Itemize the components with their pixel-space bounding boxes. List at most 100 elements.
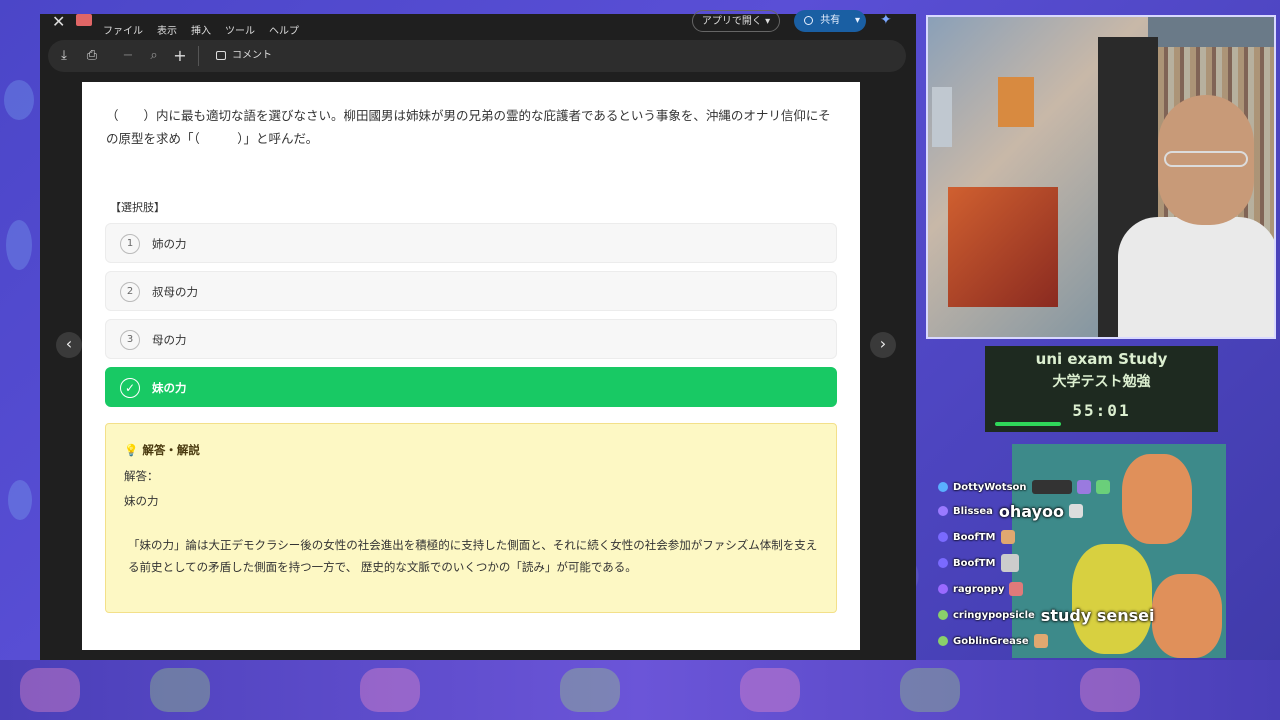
close-icon[interactable]: ✕ xyxy=(52,12,65,31)
study-timer: 55:01 xyxy=(1072,401,1131,420)
character-figure xyxy=(1152,574,1222,658)
chat-text: study sensei xyxy=(1040,605,1155,625)
background-strip xyxy=(0,660,1280,720)
viewer-toolbar: ⤓ ⎙ − ⌕ + コメント xyxy=(48,40,906,72)
explanation-body: 「妹の力」論は大正デモクラシー後の女性の社会進出を積極的に支持した側面と、それに… xyxy=(128,538,818,574)
choice-option-2[interactable]: 2 叔母の力 xyxy=(105,271,837,311)
comment-icon xyxy=(216,50,226,60)
character-figure xyxy=(1122,454,1192,544)
zoom-out-icon[interactable]: − xyxy=(116,40,140,72)
chevron-down-icon: ▾ xyxy=(765,16,771,27)
chat-message: Blissea ohayoo xyxy=(938,500,1084,522)
document-page: （ ）内に最も適切な語を選びなさい。柳田國男は姉妹が男の兄弟の霊的な庇護者である… xyxy=(82,82,860,650)
download-icon[interactable]: ⤓ xyxy=(52,40,76,72)
emote-icon xyxy=(1069,504,1084,518)
explanation-title-text: 解答・解説 xyxy=(142,443,200,457)
choice-number: 3 xyxy=(120,330,140,350)
choices-heading: 【選択肢】 xyxy=(110,201,165,214)
user-badge-icon xyxy=(938,610,948,620)
chat-username: BoofTM xyxy=(953,531,996,543)
explanation-box: 💡 解答・解説 解答： 妹の力 「妹の力」論は大正デモクラシー後の女性の社会進出を… xyxy=(105,423,837,613)
zoom-in-icon[interactable]: + xyxy=(168,40,192,72)
open-with-app-label: アプリで開く xyxy=(701,16,762,27)
menu-view[interactable]: 表示 xyxy=(157,22,177,37)
emote-icon xyxy=(1031,480,1072,494)
chat-message: cringypopsicle study sensei xyxy=(938,604,1154,626)
chat-message: BoofTM xyxy=(938,552,1019,574)
webcam-person-body xyxy=(1118,217,1274,337)
menu-insert[interactable]: 挿入 xyxy=(191,22,211,37)
menu-help[interactable]: ヘルプ xyxy=(269,22,299,37)
user-badge-icon xyxy=(938,636,948,646)
emote-icon xyxy=(1076,480,1091,494)
background-blob xyxy=(8,480,32,520)
menu-file[interactable]: ファイル xyxy=(103,22,143,37)
background-blob xyxy=(6,220,32,270)
user-badge-icon xyxy=(938,584,948,594)
timer-progress-bar xyxy=(995,422,1061,426)
chat-message: GoblinGrease xyxy=(938,630,1048,652)
emote-icon xyxy=(1009,582,1024,596)
webcam-feed xyxy=(926,15,1276,339)
choice-number: 2 xyxy=(120,282,140,302)
chat-username: BoofTM xyxy=(953,557,996,569)
explanation-title: 💡 解答・解説 xyxy=(124,442,200,458)
chat-username: DottyWotson xyxy=(953,481,1027,493)
user-badge-icon xyxy=(938,558,948,568)
menu-tools[interactable]: ツール xyxy=(225,22,255,37)
comment-label: コメント xyxy=(232,50,272,61)
chat-username: ragroppy xyxy=(953,583,1005,595)
gemini-sparkle-icon[interactable]: ✦ xyxy=(880,12,892,28)
chat-username: Blissea xyxy=(953,505,993,517)
chat-username: cringypopsicle xyxy=(953,609,1035,621)
comment-button[interactable]: コメント xyxy=(216,40,272,72)
webcam-poster xyxy=(948,187,1058,307)
chat-message: DottyWotson xyxy=(938,476,1110,498)
choice-option-4-correct[interactable]: ✓ 妹の力 xyxy=(105,367,837,407)
choice-label: 妹の力 xyxy=(152,381,187,395)
question-text: （ ）内に最も適切な語を選びなさい。柳田國男は姉妹が男の兄弟の霊的な庇護者である… xyxy=(106,108,831,146)
emote-icon xyxy=(1033,634,1048,648)
viewer-titlebar: ✕ ファイル 表示 挿入 ツール ヘルプ アプリで開く ▾ 共有 ▾ ✦ xyxy=(40,10,916,40)
emote-icon xyxy=(1000,530,1015,544)
choice-number: 1 xyxy=(120,234,140,254)
character-figure xyxy=(1072,544,1152,654)
chat-message: ragroppy xyxy=(938,578,1024,600)
previous-arrow-button[interactable]: ‹ xyxy=(56,332,82,358)
toolbar-divider xyxy=(198,46,199,66)
answer-label: 解答： xyxy=(124,469,159,483)
user-badge-icon xyxy=(938,532,948,542)
background-blob xyxy=(4,80,34,120)
webcam-poster xyxy=(932,87,952,147)
image-file-icon xyxy=(76,14,92,26)
choice-label: 母の力 xyxy=(152,333,187,347)
choice-label: 姉の力 xyxy=(152,237,187,251)
answer-value: 妹の力 xyxy=(124,494,159,508)
choice-label: 叔母の力 xyxy=(152,285,198,299)
chevron-down-icon[interactable]: ▾ xyxy=(855,10,860,32)
checkmark-icon: ✓ xyxy=(120,378,140,398)
print-icon[interactable]: ⎙ xyxy=(80,40,104,72)
study-title-en: uni exam Study xyxy=(1035,350,1168,368)
choice-option-1[interactable]: 1 姉の力 xyxy=(105,223,837,263)
image-viewer-window: ✕ ファイル 表示 挿入 ツール ヘルプ アプリで開く ▾ 共有 ▾ ✦ ⤓ ⎙… xyxy=(40,10,916,660)
open-with-app-button[interactable]: アプリで開く ▾ xyxy=(692,10,780,32)
next-arrow-button[interactable]: › xyxy=(870,332,896,358)
choice-option-3[interactable]: 3 母の力 xyxy=(105,319,837,359)
chat-message: BoofTM xyxy=(938,526,1015,548)
share-button[interactable]: 共有 ▾ xyxy=(794,10,866,32)
chat-text: ohayoo xyxy=(998,501,1065,521)
user-badge-icon xyxy=(938,506,948,516)
emote-icon xyxy=(1095,480,1110,494)
webcam-person-glasses xyxy=(1164,151,1248,167)
chat-username: GoblinGrease xyxy=(953,635,1029,647)
study-timer-panel: uni exam Study 大学テスト勉強 55:01 xyxy=(985,346,1218,432)
menu-bar: ファイル 表示 挿入 ツール ヘルプ xyxy=(103,22,299,37)
share-label: 共有 xyxy=(820,15,841,26)
study-title-ja: 大学テスト勉強 xyxy=(1052,374,1151,390)
webcam-poster xyxy=(998,77,1034,127)
zoom-search-icon[interactable]: ⌕ xyxy=(142,40,166,72)
lightbulb-icon: 💡 xyxy=(124,443,139,457)
globe-icon xyxy=(804,15,813,25)
emote-icon xyxy=(1000,554,1019,572)
